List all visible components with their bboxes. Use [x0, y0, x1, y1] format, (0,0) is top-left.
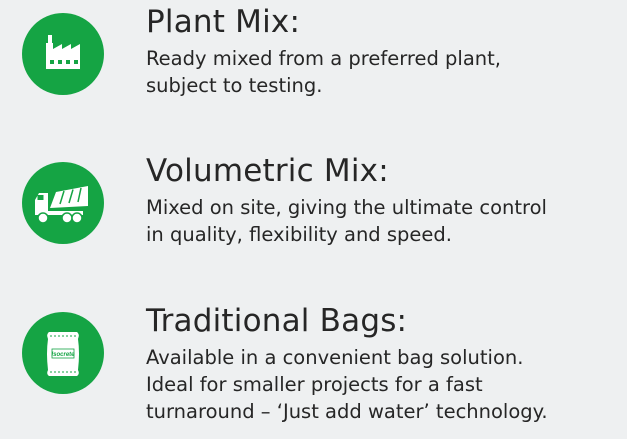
- item-title: Plant Mix:: [146, 4, 301, 40]
- factory-icon: [22, 13, 104, 95]
- item-description-line: Available in a convenient bag solution.: [146, 346, 524, 369]
- item-description-line: in quality, flexibility and speed.: [146, 223, 452, 246]
- item-description-line: Ready mixed from a preferred plant,: [146, 47, 501, 70]
- bag-icon: Isocrete: [22, 312, 104, 394]
- item-title: Volumetric Mix:: [146, 153, 389, 189]
- item-description-line: subject to testing.: [146, 74, 323, 97]
- item-description-line: Mixed on site, giving the ultimate contr…: [146, 196, 547, 219]
- item-title: Traditional Bags:: [146, 303, 408, 339]
- bag-brand-label: Isocrete: [51, 352, 75, 358]
- item-description-line: Ideal for smaller projects for a fast: [146, 373, 483, 396]
- item-description-line: turnaround – ‘Just add water’ technology…: [146, 400, 548, 423]
- truck-icon: [22, 162, 104, 244]
